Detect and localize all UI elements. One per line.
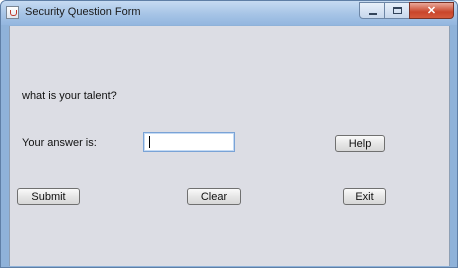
clear-button[interactable]: Clear	[187, 188, 241, 205]
maximize-icon	[393, 7, 402, 14]
text-caret	[149, 136, 150, 148]
close-icon: ✕	[426, 5, 437, 17]
java-cup-icon	[6, 6, 19, 19]
submit-button[interactable]: Submit	[17, 188, 80, 205]
app-window: Security Question Form ✕ what is your ta…	[0, 0, 458, 268]
help-button[interactable]: Help	[335, 135, 385, 152]
minimize-button[interactable]	[359, 2, 385, 19]
window-title: Security Question Form	[25, 6, 141, 18]
title-bar[interactable]: Security Question Form ✕	[1, 1, 457, 25]
exit-button[interactable]: Exit	[343, 188, 386, 205]
minimize-icon	[369, 13, 377, 15]
maximize-button[interactable]	[384, 2, 410, 19]
question-label: what is your talent?	[22, 90, 117, 102]
close-button[interactable]: ✕	[409, 2, 454, 19]
form-panel: what is your talent? Your answer is: Hel…	[9, 26, 450, 266]
answer-input[interactable]	[143, 132, 235, 152]
answer-label: Your answer is:	[22, 137, 97, 149]
